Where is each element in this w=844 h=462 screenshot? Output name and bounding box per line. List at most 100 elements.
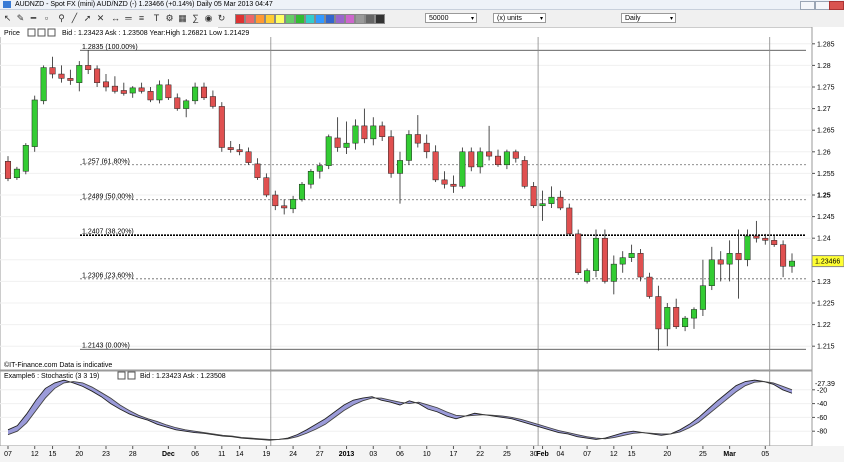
candle-body[interactable] [646, 276, 653, 297]
candle-body[interactable] [334, 137, 341, 148]
fib-icon[interactable]: ≡ [136, 13, 147, 24]
candle-body[interactable] [165, 84, 172, 99]
candle-body[interactable] [557, 196, 564, 209]
stoch-settings-icon[interactable] [117, 371, 126, 380]
candle-body[interactable] [254, 163, 261, 178]
color-swatch[interactable] [235, 14, 245, 24]
candle-body[interactable] [592, 237, 600, 271]
candle-body[interactable] [717, 259, 724, 265]
settings-icon[interactable]: ⚙ [164, 13, 175, 24]
candle-body[interactable] [494, 155, 502, 166]
candle-body[interactable] [281, 205, 288, 209]
candle-body[interactable] [566, 207, 573, 235]
candle-body[interactable] [245, 151, 252, 163]
candle-body[interactable] [31, 99, 38, 147]
candle-body[interactable] [76, 65, 83, 83]
color-swatch[interactable] [285, 14, 295, 24]
candle-body[interactable] [307, 170, 314, 185]
candle-body[interactable] [664, 307, 671, 330]
color-swatch[interactable] [255, 14, 265, 24]
cursor-icon[interactable]: ↖ [2, 13, 13, 24]
color-swatch[interactable] [245, 14, 255, 24]
quantity-input[interactable]: 50000 ▾ [425, 13, 477, 23]
candle-body[interactable] [370, 125, 377, 140]
candle-body[interactable] [753, 235, 760, 239]
candle-body[interactable] [450, 183, 457, 187]
candle-body[interactable] [655, 296, 662, 330]
candle-body[interactable] [58, 73, 65, 79]
candle-body[interactable] [414, 134, 421, 144]
candle-body[interactable] [477, 151, 484, 168]
candle-body[interactable] [236, 149, 243, 153]
color-palette-icon[interactable]: ◉ [203, 13, 214, 24]
candle-body[interactable] [120, 90, 127, 94]
period-select[interactable]: Daily ▾ [621, 13, 676, 23]
candle-body[interactable] [628, 253, 635, 258]
candle-body[interactable] [227, 147, 234, 150]
color-swatch[interactable] [305, 14, 315, 24]
candle-body[interactable] [468, 151, 475, 168]
candle-body[interactable] [174, 97, 181, 109]
color-swatch[interactable] [375, 14, 385, 24]
candle-body[interactable] [325, 136, 332, 166]
candle-body[interactable] [183, 100, 190, 109]
candle-body[interactable] [298, 183, 306, 200]
line-icon[interactable]: ╱ [69, 13, 80, 24]
candle-body[interactable] [49, 67, 56, 75]
candle-body[interactable] [209, 96, 216, 107]
color-swatch[interactable] [265, 14, 275, 24]
candle-body[interactable] [147, 91, 154, 101]
candle-body[interactable] [40, 67, 47, 102]
color-swatch[interactable] [295, 14, 305, 24]
candle-body[interactable] [637, 253, 644, 278]
candle-body[interactable] [548, 196, 555, 204]
candle-body[interactable] [94, 68, 101, 83]
candle-body[interactable] [218, 106, 225, 148]
candle-body[interactable] [361, 125, 368, 140]
color-swatch[interactable] [365, 14, 375, 24]
candle-body[interactable] [396, 160, 404, 174]
candle-body[interactable] [67, 78, 74, 81]
color-swatch[interactable] [315, 14, 325, 24]
candle-body[interactable] [459, 151, 466, 187]
candle-body[interactable] [13, 168, 20, 178]
candle-body[interactable] [379, 125, 386, 137]
units-select[interactable]: (x) units ▾ [493, 13, 546, 23]
candle-body[interactable] [503, 151, 510, 166]
candle-body[interactable] [735, 253, 742, 261]
candle-body[interactable] [539, 203, 546, 207]
candle-body[interactable] [192, 86, 199, 102]
candle-body[interactable] [388, 136, 395, 174]
candle-body[interactable] [343, 142, 350, 148]
candle-body[interactable] [708, 259, 715, 286]
color-swatch[interactable] [335, 14, 345, 24]
candle-body[interactable] [575, 233, 582, 274]
candle-body[interactable] [699, 285, 706, 310]
indicator-icon[interactable]: ∑ [190, 13, 201, 24]
candle-body[interactable] [102, 81, 110, 88]
stoch-close-icon[interactable] [127, 371, 136, 380]
candle-body[interactable] [85, 65, 92, 70]
candle-body[interactable] [673, 307, 680, 328]
candle-body[interactable] [780, 244, 787, 267]
panel-maximize-icon[interactable] [37, 28, 46, 37]
candle-body[interactable] [156, 84, 163, 101]
minimize-button[interactable] [800, 1, 815, 10]
text-icon[interactable]: T [151, 13, 162, 24]
candle-body[interactable] [788, 260, 796, 267]
color-swatch[interactable] [345, 14, 355, 24]
candle-body[interactable] [530, 186, 537, 207]
candle-body[interactable] [352, 125, 359, 144]
arrows-icon[interactable]: ↔ [110, 13, 121, 24]
refresh-icon[interactable]: ↻ [216, 13, 227, 24]
candle-body[interactable] [771, 240, 778, 245]
candle-body[interactable] [584, 270, 591, 282]
color-swatch[interactable] [275, 14, 285, 24]
candle-body[interactable] [290, 199, 297, 210]
candle-body[interactable] [521, 160, 528, 187]
chart-type-icon[interactable]: ▦ [177, 13, 188, 24]
candle-body[interactable] [441, 179, 448, 185]
candle-body[interactable] [200, 86, 208, 99]
candle-body[interactable] [423, 142, 430, 153]
candle-body[interactable] [405, 134, 412, 161]
